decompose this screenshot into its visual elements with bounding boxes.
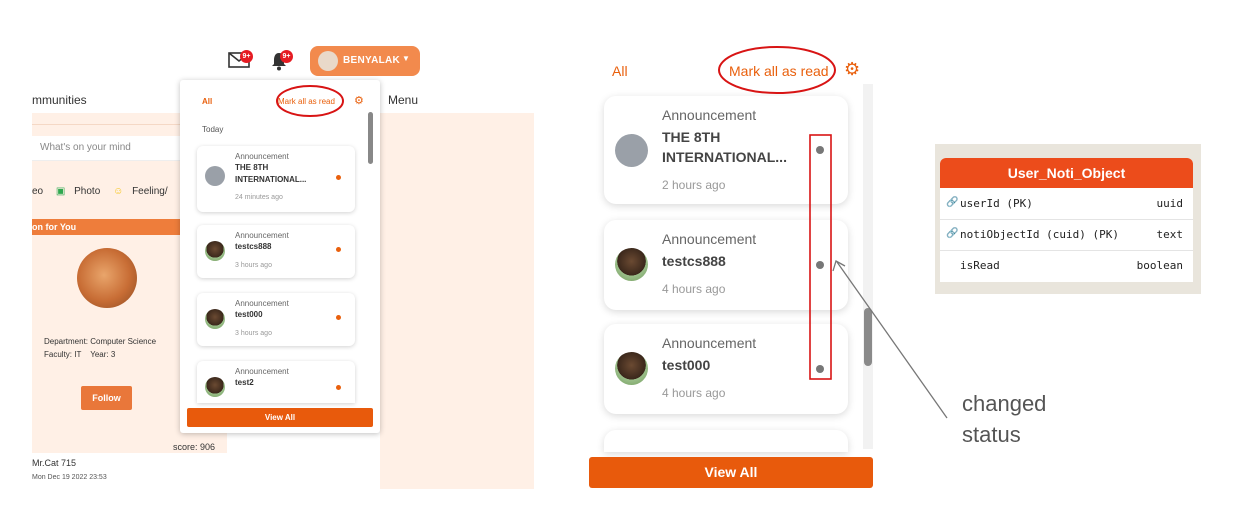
field-name: isRead [960, 259, 1000, 272]
annotation-arrow [836, 261, 948, 419]
highlight-circle [718, 46, 836, 94]
link-icon: 🔗 [946, 197, 959, 208]
arrow-head [832, 260, 846, 272]
er-table-card: User_Noti_Object 🔗 userId (PK) uuid 🔗 no… [935, 144, 1201, 294]
highlight-box [809, 134, 832, 380]
table-row: 🔗 notiObjectId (cuid) (PK) text [940, 220, 1193, 251]
annotation-label: changed status [962, 391, 1047, 447]
field-type: text [1156, 228, 1184, 241]
er-table: User_Noti_Object 🔗 userId (PK) uuid 🔗 no… [940, 158, 1193, 282]
table-name: User_Noti_Object [940, 158, 1193, 188]
table-row: isRead boolean [940, 251, 1193, 281]
field-name: userId (PK) [960, 197, 1033, 210]
link-icon: 🔗 [946, 228, 959, 239]
field-type: boolean [1136, 259, 1183, 272]
highlight-circle [276, 85, 344, 117]
field-name: notiObjectId (cuid) (PK) [960, 228, 1119, 241]
field-type: uuid [1156, 197, 1184, 210]
table-row: 🔗 userId (PK) uuid [940, 189, 1193, 220]
